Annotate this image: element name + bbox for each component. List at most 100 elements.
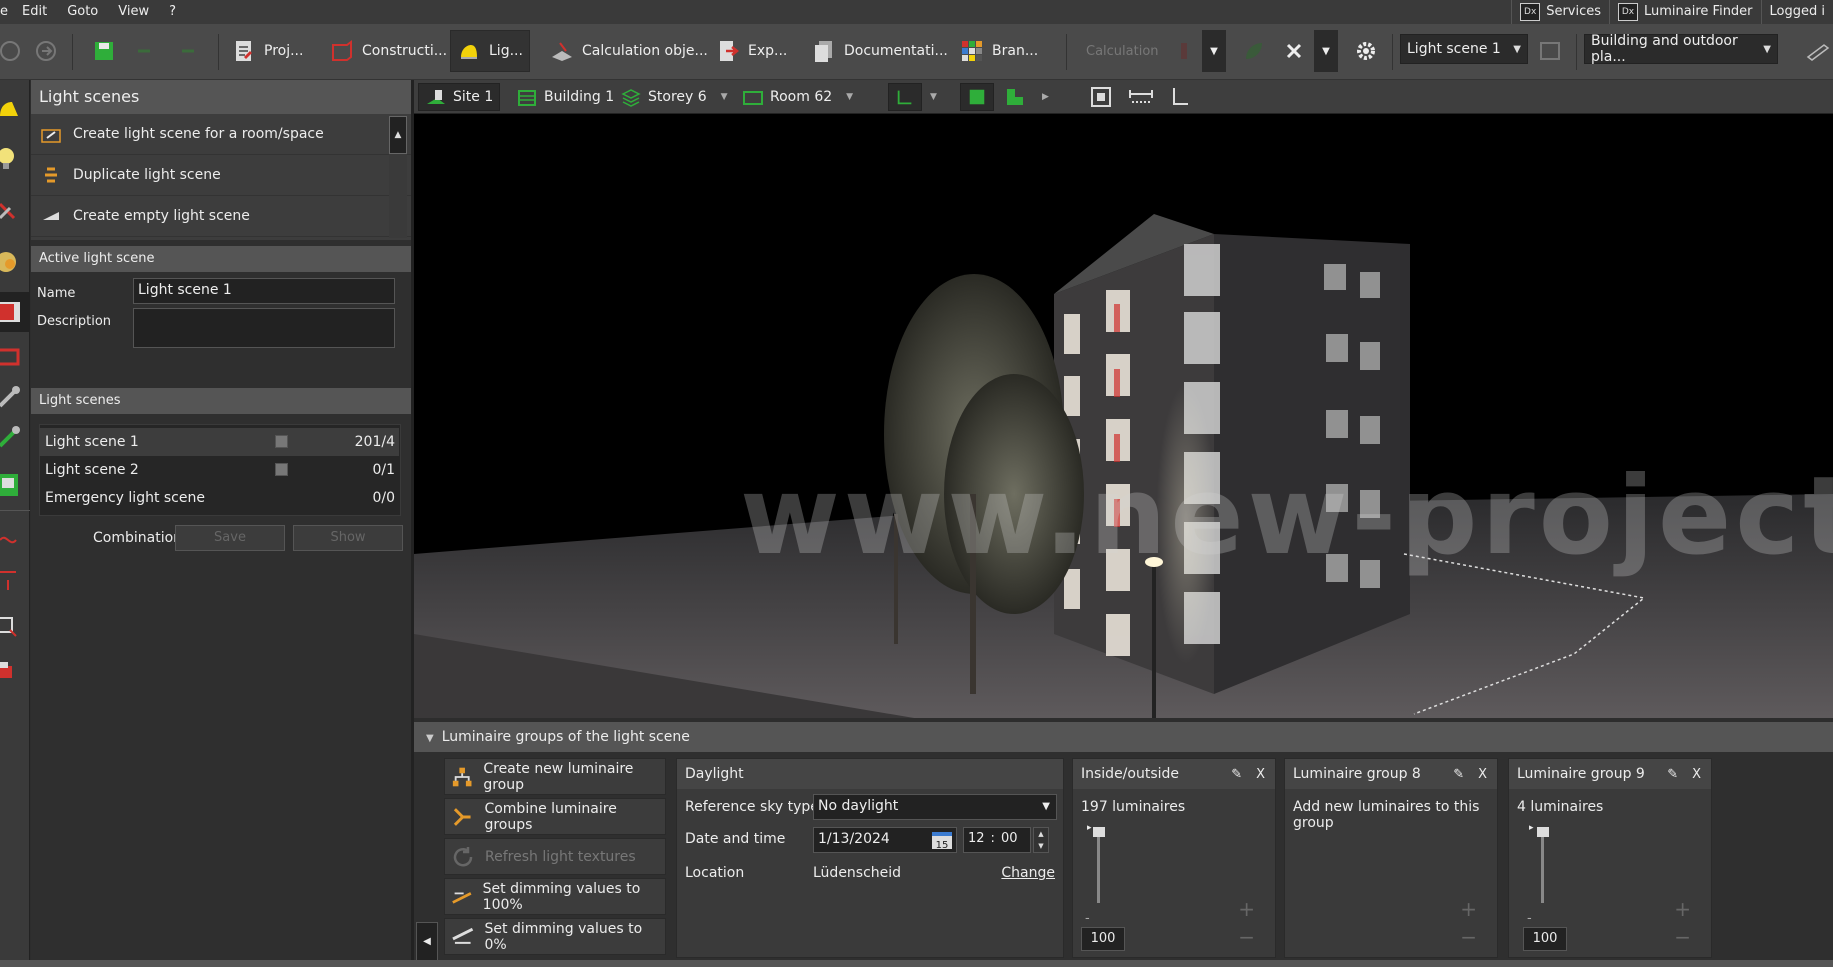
menu-file[interactable]: e (0, 0, 12, 24)
eco-button[interactable] (1236, 30, 1272, 72)
change-location-link[interactable]: Change (1001, 865, 1055, 881)
close-icon[interactable]: X (1478, 767, 1487, 782)
edit-icon[interactable]: ✎ (1667, 767, 1678, 782)
light-scene-combo[interactable]: Light scene 1 ▼ (1400, 34, 1528, 64)
duplicate-scene-button[interactable]: Duplicate light scene (31, 155, 411, 196)
tab-branding[interactable]: Bran... (954, 30, 1044, 72)
description-field[interactable] (133, 308, 395, 348)
dimming-value[interactable]: 100 (1523, 927, 1567, 951)
close-icon[interactable]: X (1256, 767, 1265, 782)
date-input[interactable]: 1/13/2024 15 (813, 827, 957, 853)
scene-checkbox[interactable] (275, 463, 288, 476)
elevation-view-button[interactable]: ▶ (998, 83, 1055, 111)
dimming-slider-track[interactable] (1541, 831, 1544, 903)
close-icon[interactable]: X (1692, 767, 1701, 782)
time-spinner[interactable]: ▲ ▼ (1033, 827, 1049, 853)
scene-checkbox[interactable] (275, 435, 288, 448)
sky-type-select[interactable]: No daylight ▼ (813, 794, 1057, 820)
tab-light[interactable]: Lig... (450, 30, 530, 72)
lamp-mode-icon[interactable] (0, 94, 26, 120)
create-empty-scene-button[interactable]: Create empty light scene (31, 196, 411, 237)
report-icon[interactable] (0, 472, 26, 498)
plus-icon[interactable]: + (1238, 897, 1255, 921)
calculation-mode-button[interactable] (1166, 30, 1202, 72)
tab-documentation[interactable]: Documentati... (806, 30, 954, 72)
services-button[interactable]: Dx Services (1511, 0, 1609, 24)
dimming-slider-knob[interactable] (1537, 827, 1549, 837)
scroll-left-button[interactable]: ◀ (416, 922, 438, 962)
wrench-lamp-icon[interactable] (0, 198, 26, 224)
line-add-icon[interactable] (0, 566, 26, 592)
3d-view-button[interactable] (960, 83, 994, 111)
room-icon[interactable] (0, 344, 26, 370)
dimming-value[interactable]: 100 (1081, 927, 1125, 951)
tab-project[interactable]: Proj... (226, 30, 309, 72)
plus-icon[interactable]: + (1460, 897, 1477, 921)
back-button[interactable] (0, 30, 28, 72)
tab-calculation-objects[interactable]: Calculation obje... (544, 30, 714, 72)
plus-icon[interactable]: + (1674, 897, 1691, 921)
scene-row[interactable]: Light scene 1 201/4 (39, 428, 399, 456)
dim-0-button[interactable]: Set dimming values to 0% (444, 918, 666, 955)
tab-construction[interactable]: Constructi... (324, 30, 453, 72)
edit-icon[interactable]: ✎ (1453, 767, 1464, 782)
scene-row[interactable]: Emergency light scene 0/0 (39, 484, 399, 512)
tab-export[interactable]: Exp... (710, 30, 793, 72)
breadcrumb-storey[interactable]: Storey 6 ▼ (614, 83, 734, 111)
view-mode-combo[interactable]: Building and outdoor pla... ▼ (1584, 33, 1778, 65)
refresh-light-textures-button[interactable]: Refresh light textures (444, 838, 666, 875)
show-combination-button[interactable]: Show (293, 525, 403, 551)
calculation-button[interactable]: Calculation (1080, 30, 1165, 72)
minus-icon[interactable]: − (1238, 925, 1255, 949)
curve-icon[interactable] (0, 526, 26, 552)
edit-tools-icon[interactable] (0, 424, 26, 450)
edit-icon[interactable]: ✎ (1231, 767, 1242, 782)
create-luminaire-group-button[interactable]: Create new luminaire group (444, 758, 666, 795)
name-field[interactable]: Light scene 1 (133, 278, 395, 304)
redo-button[interactable] (170, 30, 206, 72)
luminaire-finder-button[interactable]: Dx Luminaire Finder (1609, 0, 1761, 24)
bulb-icon[interactable] (0, 146, 26, 172)
time-input[interactable]: 12:00 (963, 827, 1031, 853)
breadcrumb-building[interactable]: Building 1 (510, 83, 620, 111)
3d-viewport[interactable]: www.new-project.ir (414, 114, 1833, 718)
calendar-icon[interactable]: 15 (932, 832, 952, 851)
dimming-slider-track[interactable] (1097, 831, 1100, 903)
save-button[interactable] (86, 30, 122, 72)
scene-row[interactable]: Light scene 2 0/1 (39, 456, 399, 484)
create-scene-for-room-button[interactable]: Create light scene for a room/space (31, 114, 411, 155)
floor-plan-dropdown[interactable]: ▼ (924, 83, 944, 111)
ruler-tool-button[interactable] (1800, 30, 1833, 72)
breadcrumb-site[interactable]: Site 1 (418, 83, 501, 111)
light-scenes-mode[interactable] (0, 292, 30, 332)
axis-button[interactable] (1162, 83, 1196, 111)
menu-goto[interactable]: Goto (57, 0, 108, 24)
menu-view[interactable]: View (108, 0, 159, 24)
save-combination-button[interactable]: Save (175, 525, 285, 551)
actions-scroll-up[interactable]: ▲ (389, 116, 407, 154)
tools-icon[interactable] (0, 384, 26, 410)
logged-in-status[interactable]: Logged i (1760, 0, 1833, 24)
scene-view-button[interactable] (1532, 30, 1568, 72)
minus-icon[interactable]: − (1460, 925, 1477, 949)
dim-100-button[interactable]: Set dimming values to 100% (444, 878, 666, 915)
rectangle-tool-icon[interactable] (0, 612, 26, 638)
color-icon[interactable] (0, 248, 26, 274)
cancel-dropdown[interactable]: ▼ (1314, 30, 1338, 72)
settings-button[interactable] (1348, 30, 1384, 72)
zoom-extents-button[interactable] (1084, 83, 1118, 111)
undo-button[interactable] (126, 30, 162, 72)
measure-button[interactable] (1122, 83, 1160, 111)
floor-plan-button[interactable] (888, 83, 922, 111)
breadcrumb-room[interactable]: Room 62 ▼ (736, 83, 859, 111)
luminaire-groups-header[interactable]: ▼ Luminaire groups of the light scene (414, 722, 1833, 752)
paste-tool-icon[interactable] (0, 658, 26, 684)
menu-help[interactable]: ? (159, 0, 186, 24)
menu-edit[interactable]: Edit (12, 0, 57, 24)
dimming-slider-knob[interactable] (1093, 827, 1105, 837)
forward-button[interactable] (28, 30, 64, 72)
combine-luminaire-groups-button[interactable]: Combine luminaire groups (444, 798, 666, 835)
minus-icon[interactable]: − (1674, 925, 1691, 949)
actions-scrollbar[interactable] (389, 154, 407, 238)
cancel-calculation-button[interactable] (1276, 30, 1312, 72)
